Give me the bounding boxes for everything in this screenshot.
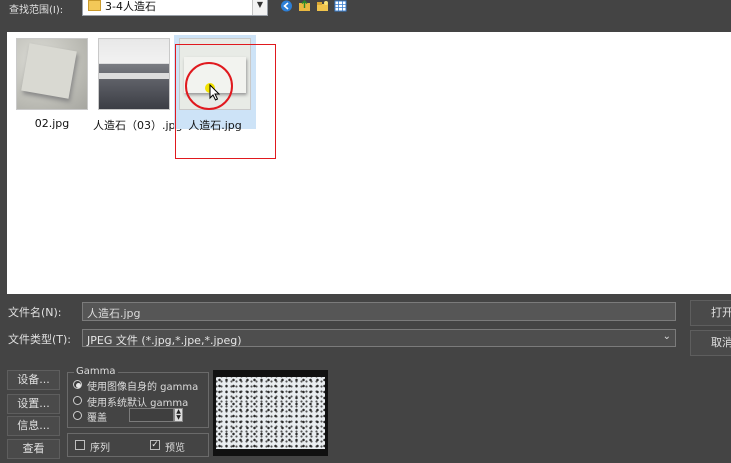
image-preview xyxy=(213,370,328,456)
gamma-group-title: Gamma xyxy=(74,366,118,377)
view-button[interactable]: 查看 xyxy=(7,439,60,459)
options-group xyxy=(67,433,209,457)
file-name-input[interactable]: 人造石.jpg xyxy=(82,302,676,321)
chevron-down-icon[interactable]: ⌄ xyxy=(663,331,671,342)
gamma-option-image-label: 使用图像自身的 gamma xyxy=(87,382,199,393)
file-name-label: 02.jpg xyxy=(34,117,70,130)
file-type-dropdown[interactable]: JPEG 文件 (*.jpg,*.jpe,*.jpeg) ⌄ xyxy=(82,329,676,347)
info-button-label: 信息... xyxy=(17,419,50,432)
file-name-value: 人造石.jpg xyxy=(87,307,141,320)
file-list-panel[interactable]: 02.jpg 人造石（03）.jpg 人造石.jpg xyxy=(7,32,731,294)
look-in-label: 查找范围(I): xyxy=(9,5,64,16)
chevron-down-icon[interactable]: ▼ xyxy=(252,0,267,15)
look-in-dropdown[interactable]: 3-4人造石 ▼ xyxy=(82,0,268,16)
file-name-label: 人造石（03）.jpg xyxy=(93,119,183,132)
file-item[interactable]: 02.jpg xyxy=(11,38,93,130)
image-thumbnail xyxy=(98,38,170,110)
file-type-value: JPEG 文件 (*.jpg,*.jpe,*.jpeg) xyxy=(87,334,242,347)
file-name-field-label: 文件名(N): xyxy=(8,306,62,319)
open-button[interactable]: 打开 xyxy=(690,300,731,326)
gamma-option-system-label: 使用系统默认 gamma xyxy=(87,398,189,409)
preview-label: 预览 xyxy=(165,443,185,454)
gamma-radio-override[interactable] xyxy=(73,411,82,420)
gamma-radio-image[interactable] xyxy=(73,380,82,389)
preview-stone-image xyxy=(216,377,325,449)
image-thumbnail xyxy=(16,38,88,110)
devices-button[interactable]: 设备... xyxy=(7,370,60,390)
info-button[interactable]: 信息... xyxy=(7,416,60,436)
gamma-spinner[interactable]: ▲ ▼ xyxy=(174,408,183,422)
view-button-label: 查看 xyxy=(22,442,45,455)
sequence-checkbox[interactable] xyxy=(75,440,85,450)
gamma-option-override-label: 覆盖 xyxy=(87,413,107,424)
cancel-button[interactable]: 取消 xyxy=(690,330,731,356)
gamma-override-input[interactable] xyxy=(129,408,174,422)
open-button-label: 打开 xyxy=(711,306,731,319)
back-icon[interactable] xyxy=(280,0,293,12)
mouse-cursor-icon xyxy=(209,84,221,101)
sequence-label: 序列 xyxy=(90,443,110,454)
folder-icon xyxy=(88,0,101,11)
up-folder-icon[interactable] xyxy=(298,0,311,12)
setup-button-label: 设置... xyxy=(17,397,50,410)
look-in-value: 3-4人造石 xyxy=(105,0,156,13)
new-folder-icon[interactable] xyxy=(316,0,329,12)
view-menu-icon[interactable] xyxy=(334,0,347,12)
gamma-radio-system[interactable] xyxy=(73,396,82,405)
setup-button[interactable]: 设置... xyxy=(7,394,60,414)
cancel-button-label: 取消 xyxy=(711,336,731,349)
file-item[interactable]: 人造石（03）.jpg xyxy=(93,38,183,133)
file-type-field-label: 文件类型(T): xyxy=(8,333,72,346)
preview-checkbox[interactable]: ✓ xyxy=(150,440,160,450)
devices-button-label: 设备... xyxy=(17,373,50,386)
